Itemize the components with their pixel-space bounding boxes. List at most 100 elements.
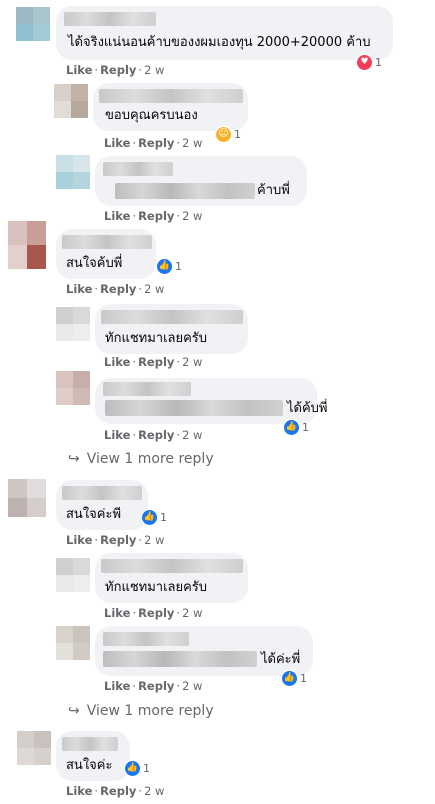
comment-text: ขอบคุณครบนอง [105,108,198,123]
haha-icon: ☺ [216,126,231,142]
avatar[interactable] [8,479,46,517]
comment-text-blurred [103,651,257,667]
like-link[interactable]: Like [104,606,130,620]
reaction-summary[interactable]: 👍 1 [142,508,167,526]
timestamp[interactable]: 2 w [144,784,164,798]
reply-link[interactable]: Reply [138,136,174,150]
comment-actions: Like · Reply · 2 w [66,533,165,547]
author-name-blurred[interactable] [62,235,152,249]
comment-text: ได้จริงแน่นอนค้าบของงผมเองทุน 2000+20000… [68,35,371,50]
timestamp[interactable]: 2 w [144,533,164,547]
reply-arrow-icon: ↪ [68,703,80,719]
avatar[interactable] [54,84,88,118]
author-name-blurred[interactable] [103,382,191,396]
comment-actions: Like · Reply · 2 w [104,679,203,693]
comment-bubble: ได้ค่ะพี่ [95,626,313,676]
comment-text: สนใจค้บพี่ [66,256,123,271]
avatar[interactable] [56,558,90,592]
author-name-blurred[interactable] [103,162,173,176]
reply-link[interactable]: Reply [100,282,136,296]
view-more-replies-link[interactable]: ↪ View 1 more reply [68,703,214,719]
comment-actions: Like · Reply · 2 w [104,355,203,369]
timestamp[interactable]: 2 w [182,428,202,442]
reply-link[interactable]: Reply [138,679,174,693]
reply-link[interactable]: Reply [138,355,174,369]
comment-actions: Like · Reply · 2 w [104,428,203,442]
comment-actions: Like · Reply · 2 w [104,136,203,150]
comment-bubble: ค้าบพี่ [95,156,307,206]
reaction-summary[interactable]: ♥ 1 [357,53,382,71]
comment-bubble: ได้จริงแน่นอนค้าบของงผมเองทุน 2000+20000… [56,6,393,60]
comment-bubble: ขอบคุณครบนอง [93,83,248,131]
like-link[interactable]: Like [66,533,92,547]
avatar[interactable] [17,731,51,765]
like-link[interactable]: Like [104,428,130,442]
author-name-blurred[interactable] [64,12,156,26]
like-link[interactable]: Like [66,282,92,296]
reaction-summary[interactable]: 👍 1 [125,759,150,777]
avatar[interactable] [56,371,90,405]
like-link[interactable]: Like [104,355,130,369]
comment-bubble: สนใจค่ะพี [56,480,148,530]
comment-text-tail: ได้ค่ะพี่ [261,652,301,667]
timestamp[interactable]: 2 w [182,209,202,223]
reply-link[interactable]: Reply [138,428,174,442]
comment-actions: Like · Reply · 2 w [104,606,203,620]
like-link[interactable]: Like [104,679,130,693]
like-link[interactable]: Like [104,209,130,223]
timestamp[interactable]: 2 w [182,355,202,369]
comment-bubble: ทักแชทมาเลยครับ [95,304,248,354]
reply-link[interactable]: Reply [100,63,136,77]
reply-arrow-icon: ↪ [68,451,80,467]
author-name-blurred[interactable] [101,559,243,573]
author-name-blurred[interactable] [62,486,142,500]
timestamp[interactable]: 2 w [182,679,202,693]
author-name-blurred[interactable] [62,737,118,751]
timestamp[interactable]: 2 w [182,606,202,620]
avatar[interactable] [56,155,90,189]
comment-actions: Like · Reply · 2 w [66,282,165,296]
reply-link[interactable]: Reply [138,606,174,620]
comment-bubble: ทักแชทมาเลยครับ [95,553,248,603]
avatar[interactable] [16,7,50,41]
timestamp[interactable]: 2 w [144,63,164,77]
comment-text-tail: ได้ค้บพี่ [287,401,328,416]
comment-actions: Like · Reply · 2 w [66,63,165,77]
like-icon: 👍 [284,419,299,435]
comment-text-blurred [105,400,283,416]
comment-text: ทักแชทมาเลยครับ [105,331,208,346]
reply-link[interactable]: Reply [100,784,136,798]
avatar[interactable] [56,307,90,341]
reaction-summary[interactable]: 👍 1 [284,418,309,436]
reaction-summary[interactable]: ☺ 1 [216,125,241,143]
comment-text: ทักแชทมาเลยครับ [105,580,208,595]
comment-text: สนใจค่ะ [66,758,113,773]
like-link[interactable]: Like [66,784,92,798]
comment-actions: Like · Reply · 2 w [104,209,203,223]
avatar[interactable] [56,626,90,660]
comment-text: สนใจค่ะพี [66,507,122,522]
author-name-blurred[interactable] [103,632,189,646]
reaction-summary[interactable]: 👍 1 [282,669,307,687]
comment-text-blurred [115,183,255,199]
like-link[interactable]: Like [104,136,130,150]
reaction-summary[interactable]: 👍 1 [157,257,182,275]
avatar[interactable] [8,221,46,269]
comment-bubble: สนใจค้บพี่ [56,229,156,279]
like-icon: 👍 [125,760,140,776]
heart-icon: ♥ [357,54,372,70]
like-icon: 👍 [157,258,172,274]
like-icon: 👍 [142,509,157,525]
comment-text-tail: ค้าบพี่ [257,183,290,198]
reply-link[interactable]: Reply [100,533,136,547]
like-link[interactable]: Like [66,63,92,77]
author-name-blurred[interactable] [99,89,243,103]
view-more-replies-link[interactable]: ↪ View 1 more reply [68,451,214,467]
timestamp[interactable]: 2 w [144,282,164,296]
author-name-blurred[interactable] [101,310,243,324]
reply-link[interactable]: Reply [138,209,174,223]
comment-actions: Like · Reply · 2 w [66,784,165,798]
comment-bubble: สนใจค่ะ [56,731,130,781]
timestamp[interactable]: 2 w [182,136,202,150]
like-icon: 👍 [282,670,297,686]
